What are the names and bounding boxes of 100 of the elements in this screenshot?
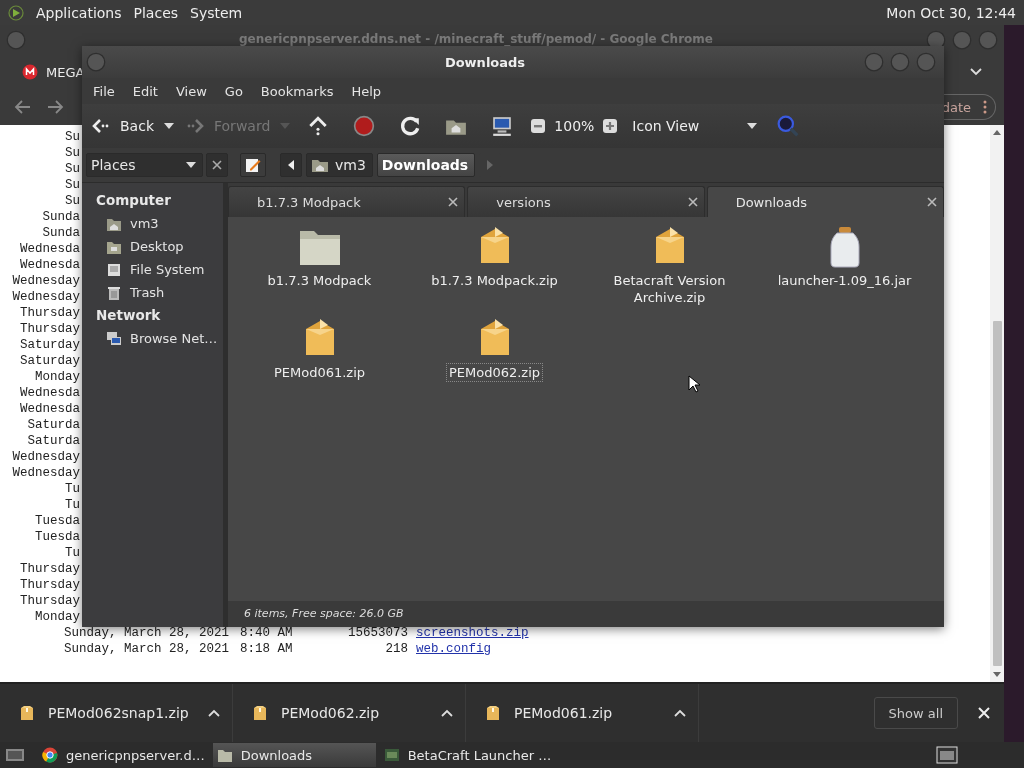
side-pane-dropdown[interactable]: Places bbox=[86, 153, 203, 177]
listing-size: 15653073 bbox=[347, 625, 408, 641]
mouse-cursor-icon bbox=[688, 375, 700, 393]
listing-text: Thursday bbox=[19, 577, 80, 593]
scrollbar[interactable] bbox=[990, 125, 1004, 682]
caret-up-icon[interactable] bbox=[441, 709, 453, 717]
dropdown-caret-icon[interactable] bbox=[186, 162, 196, 168]
close-pane-button[interactable] bbox=[206, 153, 228, 177]
scroll-down-icon[interactable] bbox=[993, 672, 1001, 678]
listing-text: Wednesda bbox=[19, 257, 80, 273]
tab[interactable]: versions bbox=[467, 186, 705, 217]
archive-icon[interactable] bbox=[253, 705, 267, 721]
stop-icon[interactable] bbox=[353, 115, 376, 137]
listing-text: Thursday bbox=[19, 561, 80, 577]
drive-icon[interactable] bbox=[106, 261, 122, 278]
file-name[interactable]: b1.7.3 Modpack.zip bbox=[414, 271, 575, 290]
panel-clock[interactable]: Mon Oct 30, 12:44 bbox=[886, 4, 1016, 21]
listing-text: Wednesda bbox=[19, 385, 80, 401]
browser-tab[interactable]: MEGA bbox=[46, 64, 85, 80]
menu-logo-icon[interactable] bbox=[8, 4, 24, 21]
menu-item[interactable]: File bbox=[84, 83, 124, 99]
dropdown-caret-icon[interactable] bbox=[164, 123, 174, 129]
sidebar-heading: Network bbox=[96, 306, 162, 325]
sidebar-item[interactable]: File System bbox=[130, 262, 205, 277]
sidebar-item[interactable]: Trash bbox=[130, 285, 165, 300]
zoom-in-icon[interactable] bbox=[602, 118, 619, 134]
file-name[interactable]: b1.7.3 Modpack bbox=[239, 271, 400, 290]
panel-menu[interactable]: System bbox=[190, 4, 243, 21]
computer-icon[interactable] bbox=[491, 115, 514, 137]
folder-icon[interactable] bbox=[216, 747, 233, 763]
download-item[interactable]: PEMod061.zip bbox=[514, 705, 660, 721]
caret-up-icon[interactable] bbox=[674, 709, 686, 717]
menu-item[interactable]: Bookmarks bbox=[251, 83, 343, 99]
taskbar-button[interactable]: Downloads bbox=[212, 743, 376, 767]
search-icon[interactable] bbox=[777, 115, 800, 137]
close-icon[interactable] bbox=[448, 197, 459, 207]
browser-icon[interactable] bbox=[42, 747, 58, 763]
file-name[interactable]: PEMod061.zip bbox=[239, 363, 400, 382]
show-all-button[interactable]: Show all bbox=[873, 697, 958, 729]
more-menu-icon[interactable] bbox=[983, 100, 987, 114]
pencil-icon[interactable] bbox=[245, 157, 261, 173]
listing-date: Sunday, March 28, 2021 bbox=[64, 625, 231, 641]
breadcrumb-button[interactable]: vm3 bbox=[306, 153, 373, 177]
trash-icon[interactable] bbox=[106, 284, 122, 301]
listing-text: Tu bbox=[64, 545, 80, 561]
breadcrumb-left-button[interactable] bbox=[280, 153, 302, 177]
download-item[interactable]: PEMod062snap1.zip bbox=[48, 705, 194, 721]
sidebar-item[interactable]: Desktop bbox=[130, 239, 184, 254]
nav-button[interactable]: Back bbox=[90, 118, 154, 134]
show-desktop-icon[interactable] bbox=[4, 747, 26, 763]
download-item[interactable]: PEMod062.zip bbox=[281, 705, 427, 721]
menu-item[interactable]: Edit bbox=[123, 83, 167, 99]
taskbar-button[interactable]: BetaCraft Launcher … bbox=[379, 743, 556, 767]
listing-text: Wednesda bbox=[19, 241, 80, 257]
panel-menu[interactable]: Places bbox=[133, 4, 179, 21]
listing-text: Tu bbox=[64, 481, 80, 497]
window-list-icon[interactable] bbox=[936, 746, 958, 764]
archive-icon[interactable] bbox=[20, 705, 34, 721]
chevron-down-icon[interactable] bbox=[970, 68, 982, 76]
forward-arrow-icon[interactable] bbox=[46, 99, 64, 115]
dropdown-caret-icon[interactable] bbox=[747, 123, 758, 129]
file-name[interactable]: Betacraft Version Archive.zip bbox=[589, 271, 750, 307]
listing-text: Wednesday bbox=[11, 273, 80, 289]
listing-text: Saturda bbox=[26, 417, 80, 433]
view-mode-dropdown[interactable]: Icon View bbox=[628, 118, 758, 134]
listing-text: Sunda bbox=[41, 209, 80, 225]
sidebar-item[interactable]: Browse Net… bbox=[130, 331, 218, 346]
left-arrow-icon[interactable] bbox=[288, 160, 294, 170]
listing-date: Sunday, March 28, 2021 bbox=[64, 641, 231, 657]
file-link[interactable]: screenshots.zip bbox=[416, 625, 529, 641]
taskbar-button[interactable]: genericpnpserver.d… bbox=[38, 743, 209, 767]
caret-up-icon[interactable] bbox=[208, 709, 220, 717]
menu-item[interactable]: View bbox=[166, 83, 216, 99]
app-icon[interactable] bbox=[383, 747, 400, 763]
listing-text: Tuesda bbox=[34, 513, 80, 529]
network-icon[interactable] bbox=[106, 330, 122, 347]
edit-location-button[interactable] bbox=[240, 153, 266, 177]
home-folder-icon[interactable] bbox=[311, 157, 329, 173]
close-icon[interactable] bbox=[687, 197, 698, 207]
listing-text: Monday bbox=[34, 369, 80, 385]
listing-text: Tu bbox=[64, 497, 80, 513]
close-icon[interactable] bbox=[927, 197, 937, 207]
listing-text: Wednesday bbox=[11, 289, 80, 305]
breadcrumb-button[interactable]: Downloads bbox=[376, 153, 476, 177]
panel-menu[interactable]: Applications bbox=[36, 4, 122, 21]
zoom-out-icon[interactable] bbox=[530, 118, 547, 134]
tab[interactable]: Downloads bbox=[706, 186, 944, 217]
listing-text: Su bbox=[64, 161, 80, 177]
file-name[interactable]: PEMod062.zip bbox=[445, 363, 544, 382]
menu-item[interactable]: Help bbox=[342, 83, 391, 99]
file-name[interactable]: launcher-1.09_16.jar bbox=[764, 271, 925, 290]
close-icon[interactable] bbox=[212, 160, 222, 170]
file-link[interactable]: web.config bbox=[416, 641, 491, 657]
sidebar-item[interactable]: vm3 bbox=[130, 216, 159, 231]
reload-icon[interactable] bbox=[399, 115, 422, 137]
scroll-up-icon[interactable] bbox=[993, 129, 1001, 135]
archive-icon[interactable] bbox=[486, 705, 500, 721]
listing-text: Su bbox=[64, 145, 80, 161]
tab[interactable]: b1.7.3 Modpack bbox=[228, 186, 466, 217]
menu-item[interactable]: Go bbox=[215, 83, 252, 99]
